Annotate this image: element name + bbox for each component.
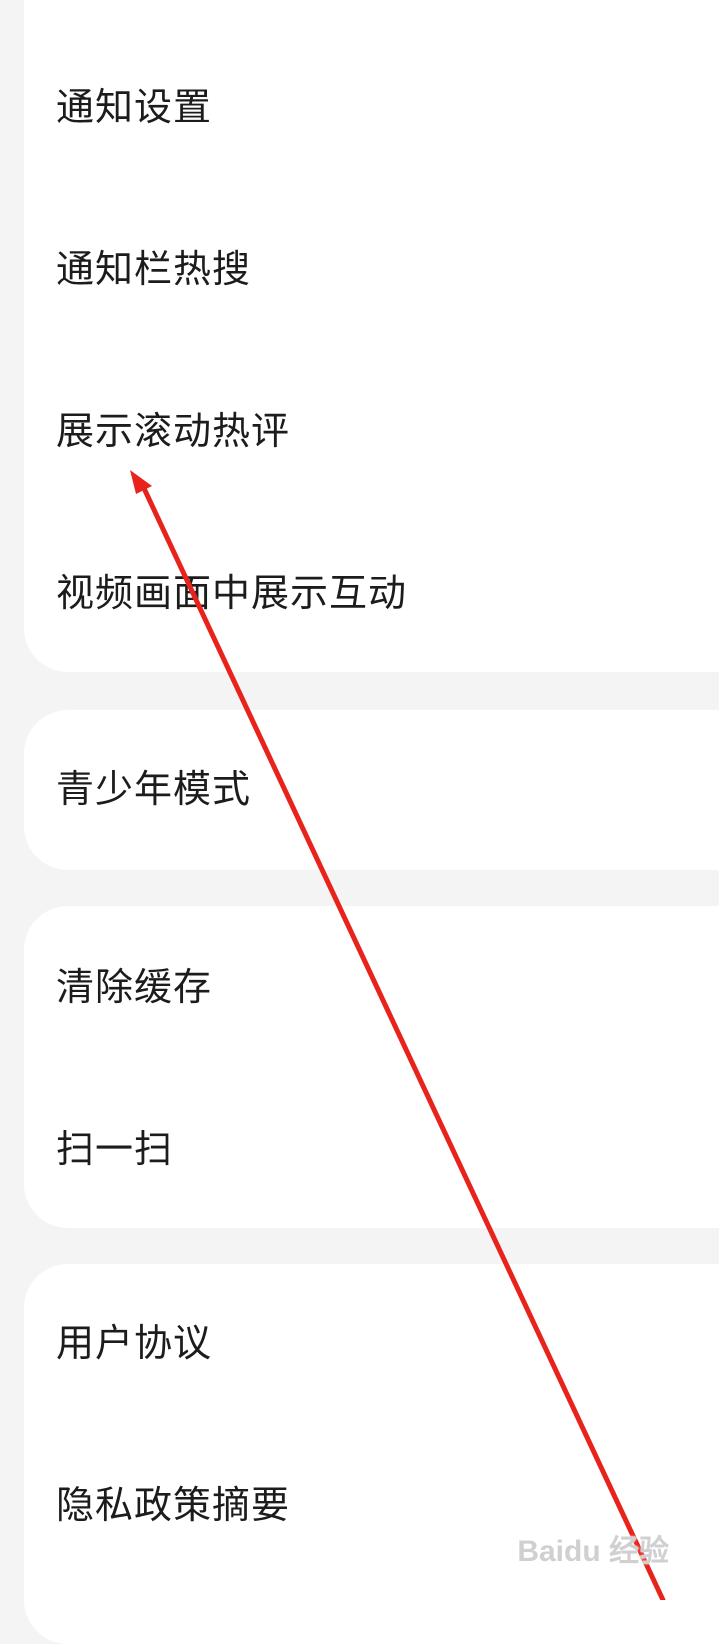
settings-item-youth-mode[interactable]: 青少年模式 [24, 710, 719, 870]
watermark-text: Baidu 经验 [517, 1535, 669, 1568]
settings-item-label: 隐私政策摘要 [56, 1483, 291, 1527]
settings-item-scrolling-hot-comments[interactable]: 展示滚动热评 [24, 352, 719, 512]
settings-item-label: 展示滚动热评 [56, 409, 291, 453]
settings-item-label: 用户协议 [56, 1321, 213, 1365]
settings-item-label: 通知栏热搜 [56, 247, 252, 291]
settings-group-youth: 青少年模式 [24, 710, 719, 870]
settings-item-label: 青少年模式 [56, 767, 252, 811]
settings-item-scan[interactable]: 扫一扫 [24, 1068, 719, 1228]
settings-item-label: 清除缓存 [56, 965, 213, 1009]
baidu-watermark: Baidu 经验 [517, 1526, 669, 1570]
settings-item-user-agreement[interactable]: 用户协议 [24, 1264, 719, 1424]
settings-item-label: 通知设置 [56, 85, 213, 129]
settings-item-label: 视频画面中展示互动 [56, 571, 408, 615]
settings-item-video-interaction[interactable]: 视频画面中展示互动 [24, 514, 719, 674]
settings-group-general: 通知设置 通知栏热搜 展示滚动热评 视频画面中展示互动 [24, 0, 719, 672]
settings-group-legal: 用户协议 隐私政策摘要 [24, 1264, 719, 1644]
settings-item-label: 扫一扫 [56, 1127, 174, 1171]
settings-item-clear-cache[interactable]: 清除缓存 [24, 906, 719, 1066]
settings-item-notification-settings[interactable]: 通知设置 [24, 28, 719, 188]
settings-group-tools: 清除缓存 扫一扫 [24, 906, 719, 1228]
settings-item-notification-bar-hot-search[interactable]: 通知栏热搜 [24, 190, 719, 350]
